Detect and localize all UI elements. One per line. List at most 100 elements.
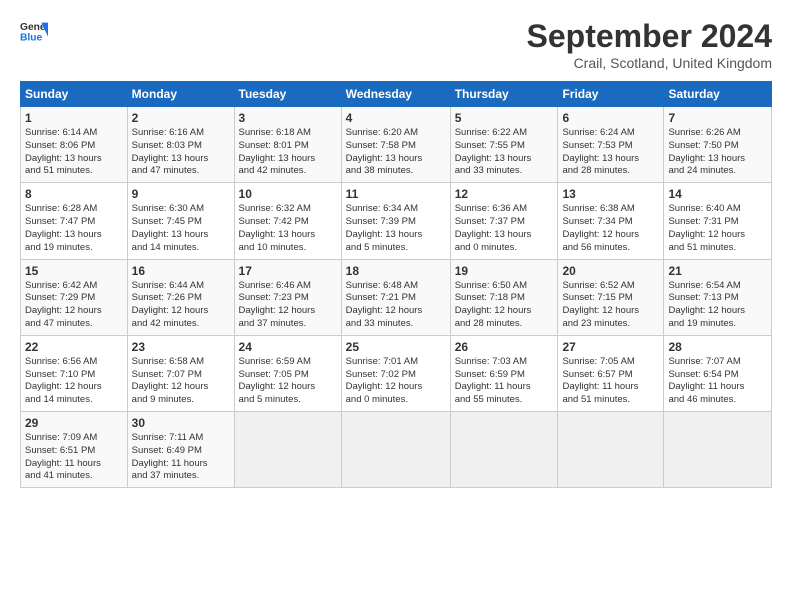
day-number: 15 xyxy=(25,264,123,278)
calendar-week-4: 29Sunrise: 7:09 AM Sunset: 6:51 PM Dayli… xyxy=(21,412,772,488)
table-row: 26 Sunrise: 7:03 AM Sunset: 6:59 PM Dayli… xyxy=(450,335,558,411)
table-row: 3 Sunrise: 6:18 AM Sunset: 8:01 PM Daylig… xyxy=(234,107,341,183)
day-info: Sunrise: 6:36 AM Sunset: 7:37 PM Dayligh… xyxy=(455,203,554,254)
calendar-week-3: 22 Sunrise: 6:56 AM Sunset: 7:10 PM Dayli… xyxy=(21,335,772,411)
main-title: September 2024 xyxy=(527,18,772,55)
day-info: Sunrise: 6:59 AM Sunset: 7:05 PM Dayligh… xyxy=(239,356,337,407)
table-row: 24 Sunrise: 6:59 AM Sunset: 7:05 PM Dayli… xyxy=(234,335,341,411)
day-info: Sunrise: 6:20 AM Sunset: 7:58 PM Dayligh… xyxy=(346,127,446,178)
table-row: 9Sunrise: 6:30 AM Sunset: 7:45 PM Daylig… xyxy=(127,183,234,259)
table-row: 4Sunrise: 6:20 AM Sunset: 7:58 PM Daylig… xyxy=(341,107,450,183)
calendar-week-1: 8 Sunrise: 6:28 AM Sunset: 7:47 PM Daylig… xyxy=(21,183,772,259)
day-number: 16 xyxy=(132,264,230,278)
day-info: Sunrise: 6:24 AM Sunset: 7:53 PM Dayligh… xyxy=(562,127,659,178)
day-number: 1 xyxy=(25,111,123,125)
day-number: 11 xyxy=(346,187,446,201)
table-row: 8 Sunrise: 6:28 AM Sunset: 7:47 PM Daylig… xyxy=(21,183,128,259)
calendar-table: Sunday Monday Tuesday Wednesday Thursday… xyxy=(20,81,772,488)
header-area: General Blue September 2024 Crail, Scotl… xyxy=(20,18,772,71)
day-info: Sunrise: 6:46 AM Sunset: 7:23 PM Dayligh… xyxy=(239,280,337,331)
table-row: 11 Sunrise: 6:34 AM Sunset: 7:39 PM Dayli… xyxy=(341,183,450,259)
day-info: Sunrise: 6:44 AM Sunset: 7:26 PM Dayligh… xyxy=(132,280,230,331)
day-info: Sunrise: 6:28 AM Sunset: 7:47 PM Dayligh… xyxy=(25,203,123,254)
day-number: 18 xyxy=(346,264,446,278)
subtitle: Crail, Scotland, United Kingdom xyxy=(527,55,772,71)
day-number: 24 xyxy=(239,340,337,354)
table-row: 22 Sunrise: 6:56 AM Sunset: 7:10 PM Dayli… xyxy=(21,335,128,411)
day-number: 28 xyxy=(668,340,767,354)
day-info: Sunrise: 7:11 AM Sunset: 6:49 PM Dayligh… xyxy=(132,432,230,483)
day-number: 27 xyxy=(562,340,659,354)
table-row: 19 Sunrise: 6:50 AM Sunset: 7:18 PM Dayli… xyxy=(450,259,558,335)
day-info: Sunrise: 6:54 AM Sunset: 7:13 PM Dayligh… xyxy=(668,280,767,331)
day-number: 21 xyxy=(668,264,767,278)
table-row: 21 Sunrise: 6:54 AM Sunset: 7:13 PM Dayli… xyxy=(664,259,772,335)
table-row: 13Sunrise: 6:38 AM Sunset: 7:34 PM Dayli… xyxy=(558,183,664,259)
day-info: Sunrise: 6:18 AM Sunset: 8:01 PM Dayligh… xyxy=(239,127,337,178)
day-info: Sunrise: 6:50 AM Sunset: 7:18 PM Dayligh… xyxy=(455,280,554,331)
table-row: 27 Sunrise: 7:05 AM Sunset: 6:57 PM Dayli… xyxy=(558,335,664,411)
table-row xyxy=(234,412,341,488)
logo: General Blue xyxy=(20,18,48,46)
logo-icon: General Blue xyxy=(20,18,48,46)
day-number: 22 xyxy=(25,340,123,354)
table-row: 29Sunrise: 7:09 AM Sunset: 6:51 PM Dayli… xyxy=(21,412,128,488)
title-block: September 2024 Crail, Scotland, United K… xyxy=(527,18,772,71)
table-row: 28 Sunrise: 7:07 AM Sunset: 6:54 PM Dayli… xyxy=(664,335,772,411)
table-row: 10 Sunrise: 6:32 AM Sunset: 7:42 PM Dayli… xyxy=(234,183,341,259)
day-info: Sunrise: 6:52 AM Sunset: 7:15 PM Dayligh… xyxy=(562,280,659,331)
calendar-week-2: 15 Sunrise: 6:42 AM Sunset: 7:29 PM Dayli… xyxy=(21,259,772,335)
table-row: 20 Sunrise: 6:52 AM Sunset: 7:15 PM Dayli… xyxy=(558,259,664,335)
col-sunday: Sunday xyxy=(21,82,128,107)
table-row: 17 Sunrise: 6:46 AM Sunset: 7:23 PM Dayli… xyxy=(234,259,341,335)
day-number: 17 xyxy=(239,264,337,278)
day-number: 30 xyxy=(132,416,230,430)
table-row: 14Sunrise: 6:40 AM Sunset: 7:31 PM Dayli… xyxy=(664,183,772,259)
day-info: Sunrise: 6:16 AM Sunset: 8:03 PM Dayligh… xyxy=(132,127,230,178)
day-info: Sunrise: 6:38 AM Sunset: 7:34 PM Dayligh… xyxy=(562,203,659,254)
table-row: 15 Sunrise: 6:42 AM Sunset: 7:29 PM Dayli… xyxy=(21,259,128,335)
table-row: 25Sunrise: 7:01 AM Sunset: 7:02 PM Dayli… xyxy=(341,335,450,411)
day-info: Sunrise: 7:07 AM Sunset: 6:54 PM Dayligh… xyxy=(668,356,767,407)
col-tuesday: Tuesday xyxy=(234,82,341,107)
table-row: 6 Sunrise: 6:24 AM Sunset: 7:53 PM Daylig… xyxy=(558,107,664,183)
day-info: Sunrise: 7:09 AM Sunset: 6:51 PM Dayligh… xyxy=(25,432,123,483)
table-row: 16 Sunrise: 6:44 AM Sunset: 7:26 PM Dayli… xyxy=(127,259,234,335)
day-info: Sunrise: 6:58 AM Sunset: 7:07 PM Dayligh… xyxy=(132,356,230,407)
calendar-week-0: 1Sunrise: 6:14 AM Sunset: 8:06 PM Daylig… xyxy=(21,107,772,183)
day-number: 14 xyxy=(668,187,767,201)
day-info: Sunrise: 6:56 AM Sunset: 7:10 PM Dayligh… xyxy=(25,356,123,407)
day-info: Sunrise: 6:32 AM Sunset: 7:42 PM Dayligh… xyxy=(239,203,337,254)
svg-text:Blue: Blue xyxy=(20,32,43,43)
table-row: 12 Sunrise: 6:36 AM Sunset: 7:37 PM Dayli… xyxy=(450,183,558,259)
day-number: 3 xyxy=(239,111,337,125)
col-thursday: Thursday xyxy=(450,82,558,107)
day-info: Sunrise: 7:03 AM Sunset: 6:59 PM Dayligh… xyxy=(455,356,554,407)
col-saturday: Saturday xyxy=(664,82,772,107)
day-number: 25 xyxy=(346,340,446,354)
calendar-header-row: Sunday Monday Tuesday Wednesday Thursday… xyxy=(21,82,772,107)
day-number: 26 xyxy=(455,340,554,354)
day-number: 19 xyxy=(455,264,554,278)
day-info: Sunrise: 6:42 AM Sunset: 7:29 PM Dayligh… xyxy=(25,280,123,331)
col-monday: Monday xyxy=(127,82,234,107)
table-row: 7Sunrise: 6:26 AM Sunset: 7:50 PM Daylig… xyxy=(664,107,772,183)
col-friday: Friday xyxy=(558,82,664,107)
day-number: 8 xyxy=(25,187,123,201)
day-number: 12 xyxy=(455,187,554,201)
day-number: 10 xyxy=(239,187,337,201)
table-row: 1Sunrise: 6:14 AM Sunset: 8:06 PM Daylig… xyxy=(21,107,128,183)
day-info: Sunrise: 6:34 AM Sunset: 7:39 PM Dayligh… xyxy=(346,203,446,254)
day-number: 5 xyxy=(455,111,554,125)
col-wednesday: Wednesday xyxy=(341,82,450,107)
day-info: Sunrise: 7:05 AM Sunset: 6:57 PM Dayligh… xyxy=(562,356,659,407)
table-row: 23 Sunrise: 6:58 AM Sunset: 7:07 PM Dayli… xyxy=(127,335,234,411)
table-row: 2Sunrise: 6:16 AM Sunset: 8:03 PM Daylig… xyxy=(127,107,234,183)
day-number: 9 xyxy=(132,187,230,201)
day-number: 23 xyxy=(132,340,230,354)
table-row: 30 Sunrise: 7:11 AM Sunset: 6:49 PM Dayli… xyxy=(127,412,234,488)
table-row xyxy=(664,412,772,488)
day-number: 20 xyxy=(562,264,659,278)
day-number: 6 xyxy=(562,111,659,125)
table-row xyxy=(450,412,558,488)
